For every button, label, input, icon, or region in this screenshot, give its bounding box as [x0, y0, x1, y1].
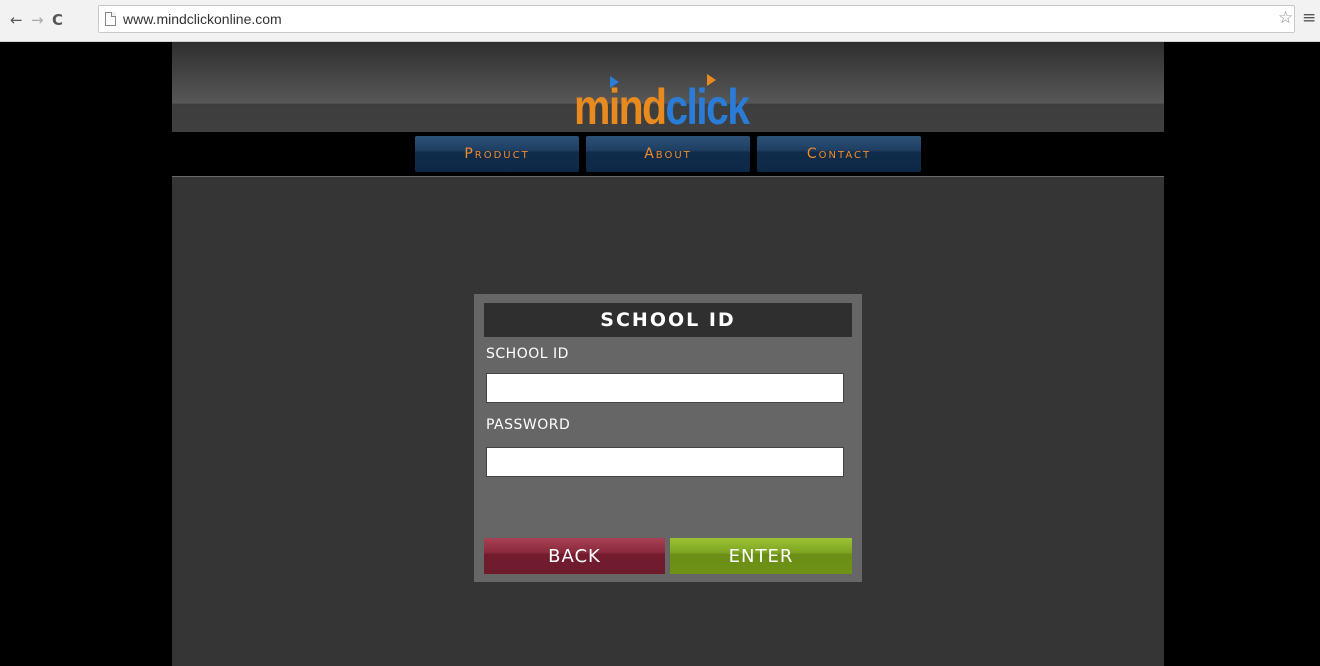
site-header: mindclick [172, 42, 1164, 132]
back-arrow-icon[interactable]: ← [10, 12, 23, 28]
logo-click-text: click [665, 79, 750, 135]
browser-menu-icon[interactable]: ≡ [1302, 9, 1316, 27]
forward-arrow-icon[interactable]: → [31, 12, 44, 28]
school-id-input[interactable] [486, 373, 844, 403]
mindclick-logo[interactable]: mindclick [574, 79, 750, 135]
enter-button[interactable]: ENTER [670, 538, 852, 574]
address-bar[interactable]: www.mindclickonline.com [98, 5, 1295, 33]
content-area: SCHOOL ID SCHOOL ID PASSWORD BACK ENTER [172, 176, 1164, 666]
login-panel: SCHOOL ID SCHOOL ID PASSWORD BACK ENTER [474, 294, 862, 582]
password-input[interactable] [486, 447, 844, 477]
site-container: mindclick Product About Contact SCHOOL I… [172, 42, 1164, 666]
bookmark-star-icon[interactable]: ☆ [1278, 9, 1293, 27]
url-text[interactable]: www.mindclickonline.com [123, 11, 282, 27]
school-id-label: SCHOOL ID [486, 346, 569, 362]
back-button[interactable]: BACK [484, 538, 665, 574]
reload-icon[interactable]: C [52, 12, 63, 28]
nav-about[interactable]: About [586, 136, 750, 172]
nav-contact[interactable]: Contact [757, 136, 921, 172]
browser-toolbar: ← → C www.mindclickonline.com ☆ ≡ [0, 0, 1320, 42]
page-icon [105, 12, 116, 26]
password-label: PASSWORD [486, 417, 571, 433]
logo-mind-text: mind [574, 79, 667, 135]
main-nav: Product About Contact [172, 132, 1164, 176]
nav-product[interactable]: Product [415, 136, 579, 172]
login-title: SCHOOL ID [484, 303, 852, 337]
